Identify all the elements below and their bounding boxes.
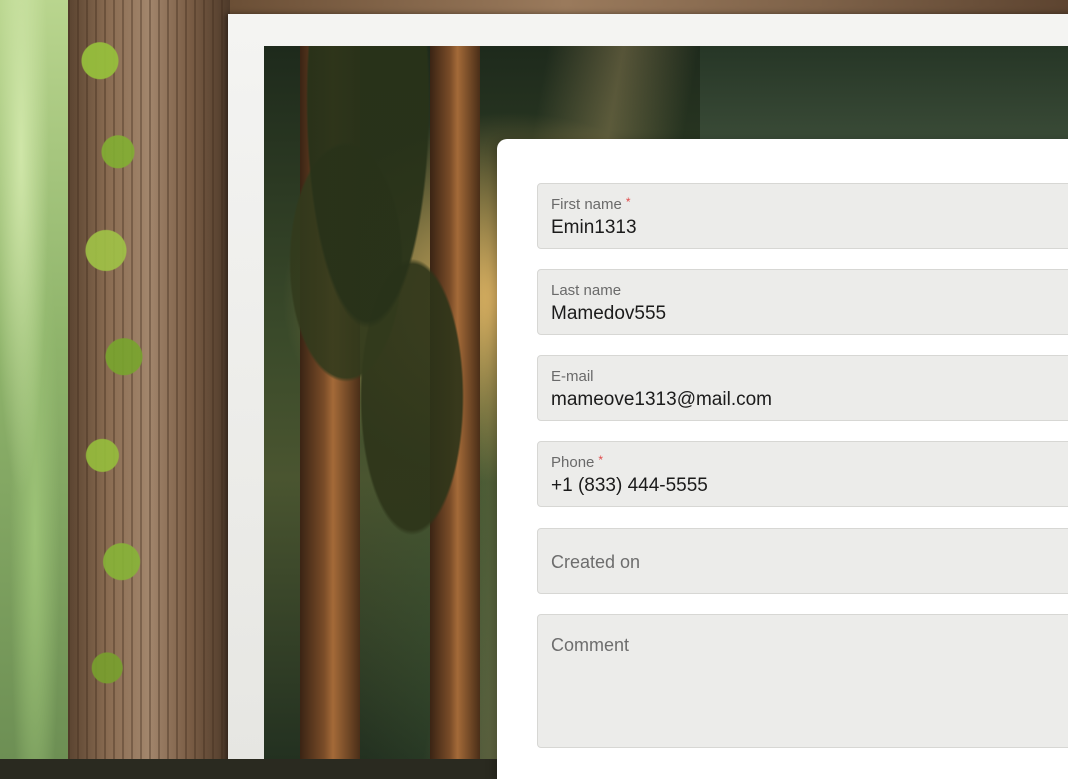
email-field[interactable]: E-mail mameove1313@mail.com	[537, 355, 1068, 421]
painted-fir-foliage	[280, 46, 500, 586]
first-name-value: Emin1313	[551, 217, 637, 238]
comment-textarea[interactable]: Comment	[537, 614, 1068, 748]
email-label: E-mail	[551, 368, 594, 385]
last-name-value: Mamedov555	[551, 303, 667, 324]
required-mark: *	[625, 195, 631, 209]
contact-form-card: First name * Emin1313 Last name Mamedov55…	[497, 139, 1068, 779]
phone-label: Phone *	[551, 453, 604, 471]
first-name-label: First name *	[551, 195, 631, 213]
last-name-label: Last name	[551, 282, 622, 299]
created-on-field[interactable]: Created on	[537, 528, 1068, 594]
phone-field[interactable]: Phone * +1 (833) 444-5555	[537, 441, 1068, 507]
first-name-field[interactable]: First name * Emin1313	[537, 183, 1068, 249]
required-mark: *	[598, 453, 604, 467]
created-on-placeholder: Created on	[551, 552, 641, 572]
painted-canopy	[700, 46, 1068, 146]
email-value: mameove1313@mail.com	[551, 389, 772, 410]
last-name-field[interactable]: Last name Mamedov555	[537, 269, 1068, 335]
comment-placeholder: Comment	[551, 635, 630, 655]
vine-decoration	[52, 0, 172, 759]
phone-value: +1 (833) 444-5555	[551, 475, 708, 496]
